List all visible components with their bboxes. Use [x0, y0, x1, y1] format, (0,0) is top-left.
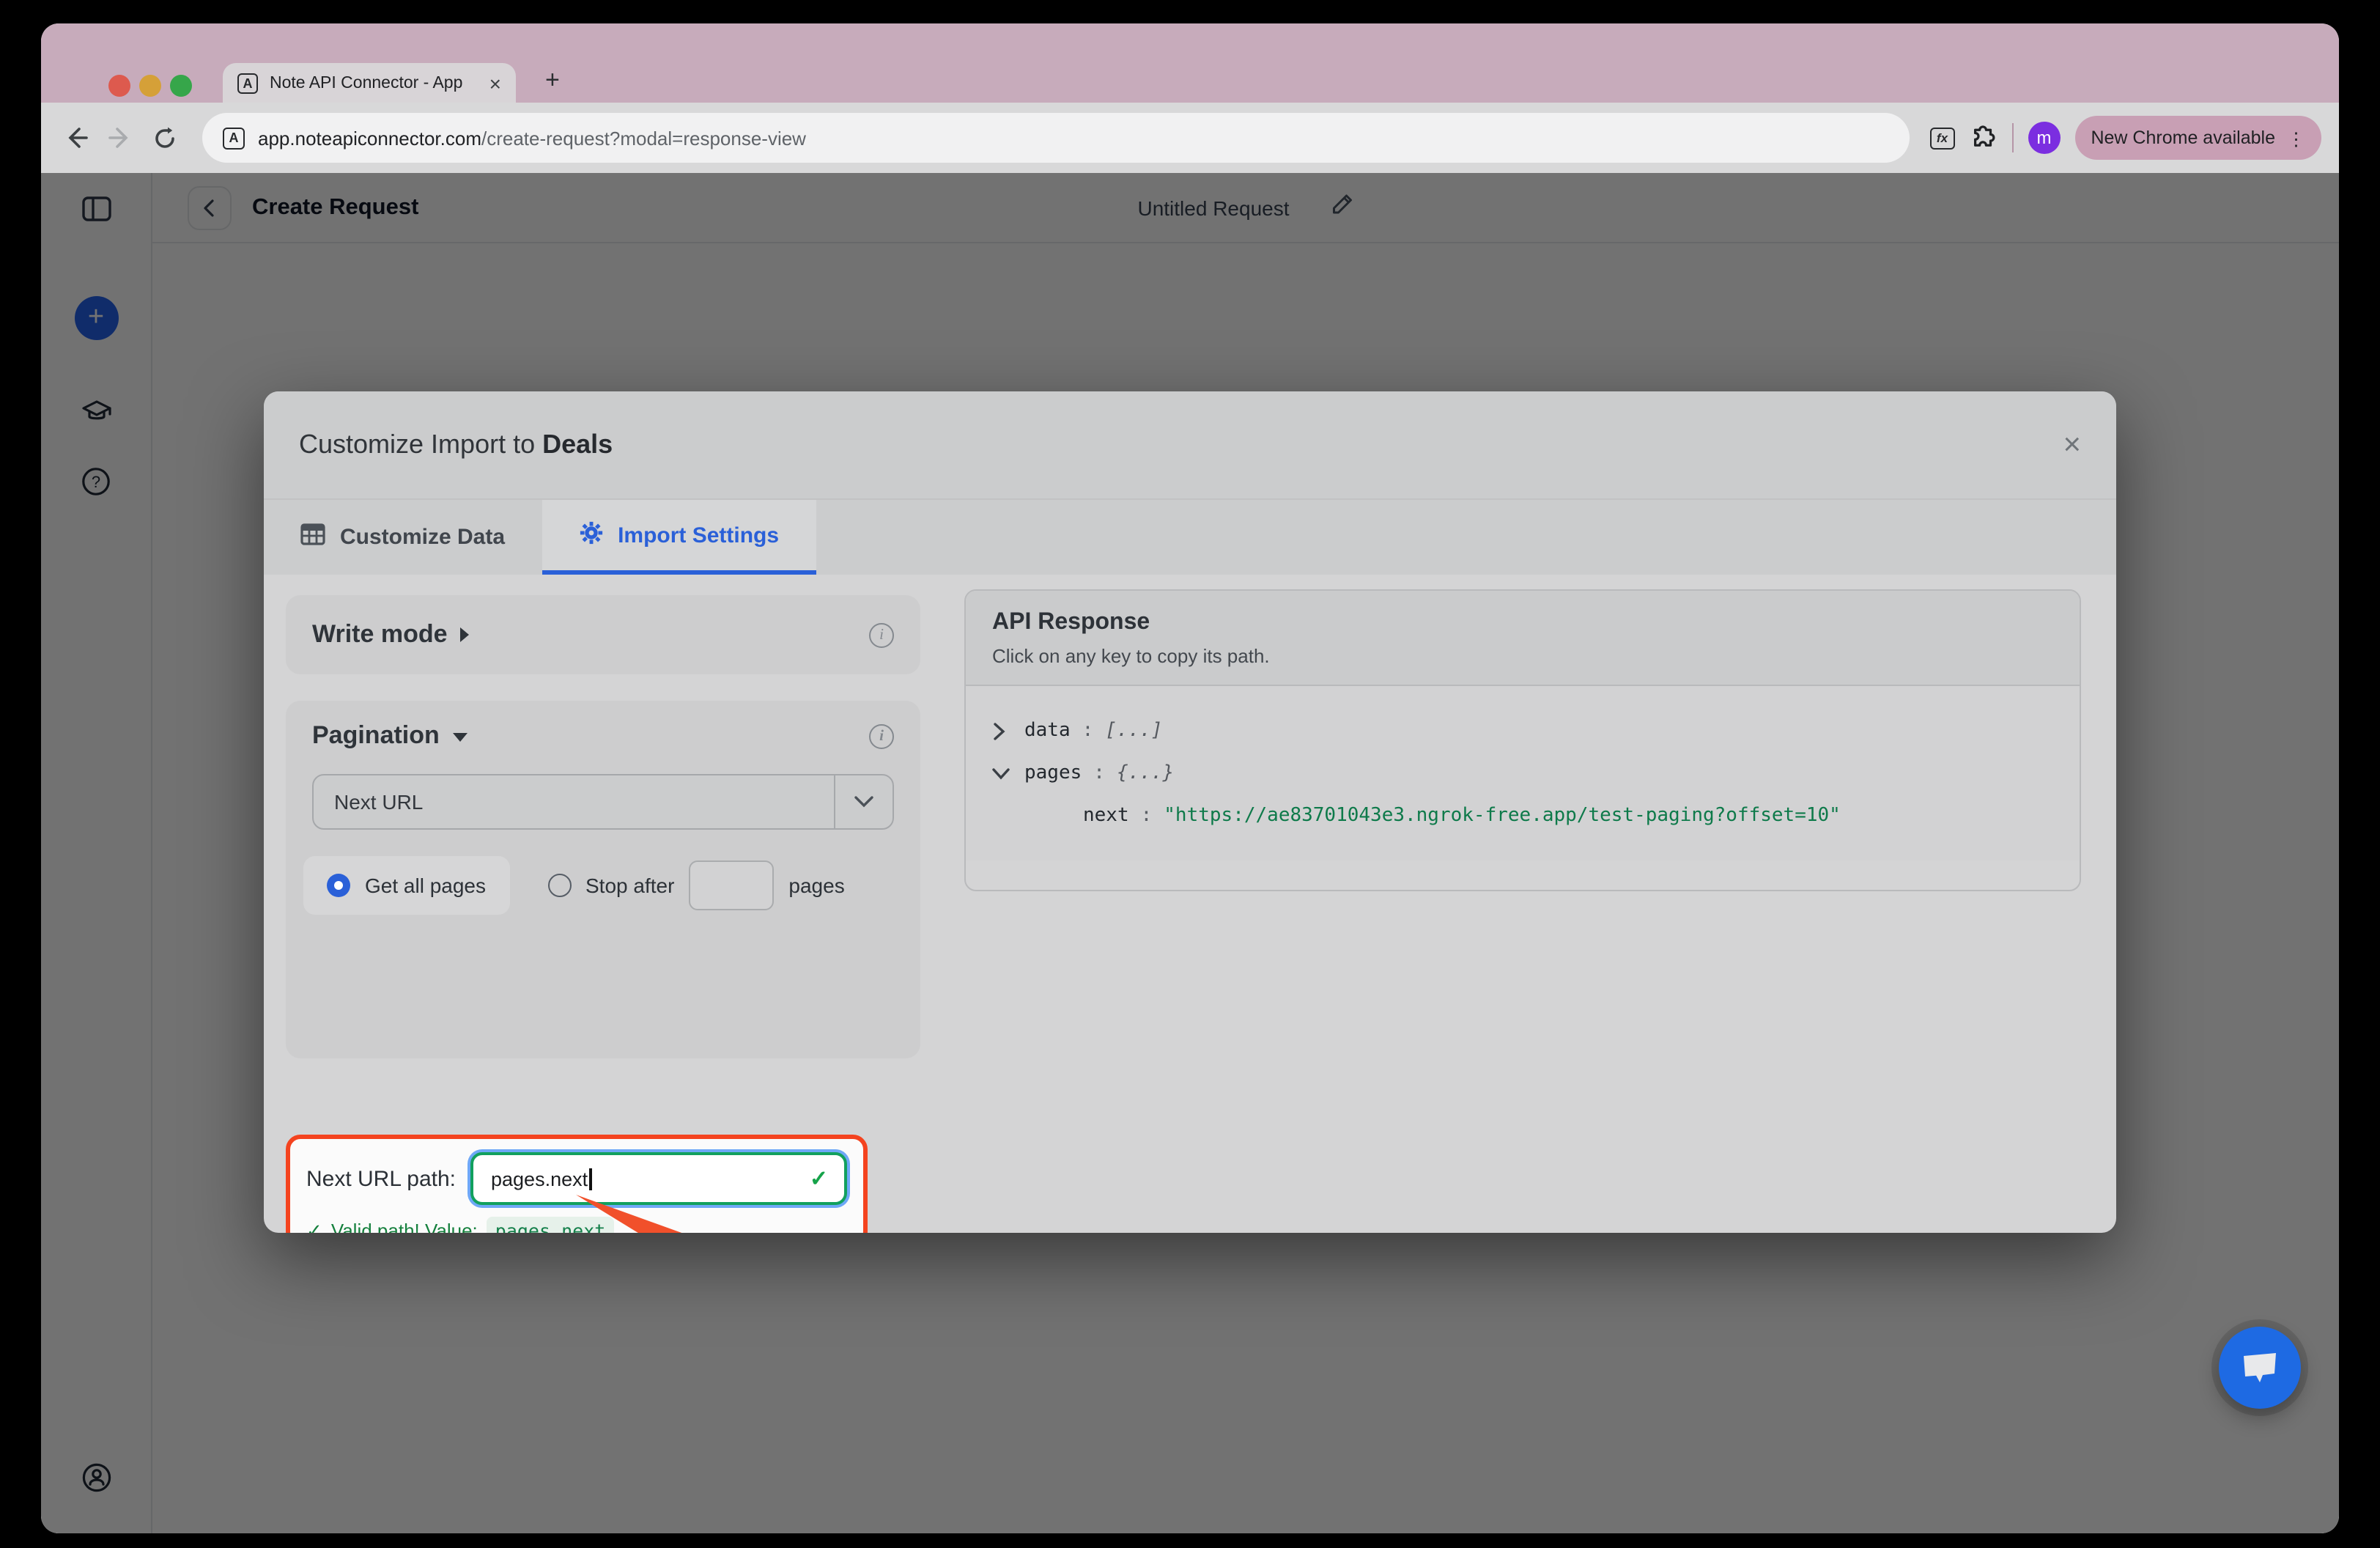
expanded-caret-icon [453, 733, 468, 742]
json-colon: : [1082, 720, 1094, 742]
chevron-down-icon [854, 796, 873, 808]
chevron-right-icon[interactable] [992, 722, 1024, 740]
forward-icon[interactable] [103, 120, 138, 155]
macos-close-button[interactable] [108, 75, 130, 97]
next-url-path-highlight: Next URL path: pages.next ✓ ✓ Valid path… [286, 1135, 868, 1233]
pagination-section: Pagination i Next URL Get all pages [286, 701, 920, 1058]
browser-window: A Note API Connector - App × + A app.not… [41, 23, 2339, 1533]
next-url-path-label: Next URL path: [306, 1166, 456, 1191]
macos-minimize-button[interactable] [139, 75, 161, 97]
tab-close-icon[interactable]: × [489, 73, 501, 93]
url-bar[interactable]: A app.noteapiconnector.com/create-reques… [202, 113, 1909, 163]
modal-title-prefix: Customize Import to [299, 430, 542, 459]
stop-after-option[interactable]: Stop after pages [547, 860, 845, 910]
modal-header: Customize Import to Deals × [264, 391, 2116, 498]
get-all-pages-label: Get all pages [365, 874, 486, 897]
modal-top: Customize Import to Deals × Customize Da… [264, 391, 2116, 575]
gear-icon [578, 520, 603, 550]
api-response-panel: API Response Click on any key to copy it… [964, 589, 2081, 891]
json-key[interactable]: data [1024, 720, 1071, 742]
new-chrome-label: New Chrome available [2091, 128, 2275, 148]
api-response-tree: data : [...] pages : {...} [966, 686, 2080, 860]
json-row-next[interactable]: next : "https://ae83701043e3.ngrok-free.… [992, 795, 2053, 837]
tab-favicon-icon: A [237, 73, 258, 93]
next-url-path-row: Next URL path: pages.next ✓ [306, 1152, 847, 1205]
toolbar-divider [2011, 123, 2013, 152]
radio-selected-icon[interactable] [327, 874, 350, 897]
write-mode-label: Write mode [312, 620, 448, 649]
chat-widget-button[interactable] [2219, 1327, 2301, 1409]
modal-title: Customize Import to Deals [299, 430, 613, 460]
check-icon: ✓ [306, 1219, 322, 1233]
profile-avatar[interactable]: m [2028, 122, 2060, 154]
modal-body: Write mode i Pagination i Next URL [264, 575, 2116, 1233]
json-preview: {...} [1117, 762, 1174, 784]
tab-import-settings-label: Import Settings [618, 523, 779, 548]
table-icon [300, 523, 325, 551]
valid-path-message: ✓ Valid path! Value: pages.next [306, 1217, 847, 1233]
new-chrome-available-button[interactable]: New Chrome available ⋮ [2074, 116, 2321, 160]
json-colon: : [1093, 762, 1105, 784]
api-response-subtitle: Click on any key to copy its path. [992, 645, 2053, 667]
url-favicon-icon: A [223, 127, 245, 149]
json-string-value: "https://ae83701043e3.ngrok-free.app/tes… [1164, 805, 1841, 827]
collapsed-caret-icon [461, 627, 470, 642]
extension-fx-icon[interactable]: fx [1929, 127, 1954, 149]
tab-title: Note API Connector - App [270, 74, 478, 92]
url-text: app.noteapiconnector.com/create-request?… [258, 127, 806, 149]
tab-import-settings[interactable]: Import Settings [542, 500, 816, 575]
url-domain: app.noteapiconnector.com [258, 127, 481, 149]
browser-toolbar: A app.noteapiconnector.com/create-reques… [41, 103, 2339, 173]
next-url-path-value: pages.next [491, 1168, 588, 1190]
next-url-path-input[interactable]: pages.next ✓ [470, 1152, 847, 1205]
write-mode-title: Write mode [312, 620, 470, 649]
radio-unselected-icon[interactable] [547, 874, 571, 897]
extensions-puzzle-icon[interactable] [1969, 120, 1997, 155]
back-icon[interactable] [59, 120, 94, 155]
select-right [834, 775, 892, 828]
json-row-pages[interactable]: pages : {...} [992, 752, 2053, 795]
pagination-type-select[interactable]: Next URL [312, 774, 894, 830]
toolbar-right-icons: fx m New Chrome available ⋮ [1929, 116, 2321, 160]
customize-import-modal: Customize Import to Deals × Customize Da… [264, 391, 2116, 1233]
json-row-data[interactable]: data : [...] [992, 710, 2053, 752]
pagination-label: Pagination [312, 721, 440, 751]
json-key[interactable]: next [1083, 805, 1129, 827]
get-all-pages-option[interactable]: Get all pages [303, 856, 509, 915]
tab-customize-data-label: Customize Data [340, 525, 505, 550]
chevron-down-icon[interactable] [992, 767, 1024, 780]
json-key[interactable]: pages [1024, 762, 1082, 784]
tab-customize-data[interactable]: Customize Data [264, 500, 542, 575]
json-preview: [...] [1105, 720, 1162, 742]
chrome-menu-icon[interactable]: ⋮ [2287, 127, 2305, 149]
valid-check-icon: ✓ [810, 1165, 828, 1192]
new-tab-button[interactable]: + [545, 67, 560, 92]
url-path: /create-request?modal=response-view [481, 127, 806, 149]
pagination-title[interactable]: Pagination i [312, 721, 894, 751]
reload-icon[interactable] [147, 120, 182, 155]
screenshot-stage: A Note API Connector - App × + A app.not… [0, 0, 2380, 1548]
valid-value-chip: pages.next [487, 1217, 615, 1233]
api-response-header: API Response Click on any key to copy it… [966, 591, 2080, 686]
macos-zoom-button[interactable] [170, 75, 192, 97]
text-cursor [589, 1168, 591, 1190]
pages-count-input[interactable] [689, 860, 774, 910]
tab-strip: A Note API Connector - App × + [41, 23, 2339, 103]
api-response-title: API Response [992, 610, 2053, 636]
pages-suffix-label: pages [788, 874, 844, 897]
pages-mode-row: Get all pages Stop after pages [312, 856, 894, 915]
info-icon[interactable]: i [869, 723, 894, 748]
close-icon[interactable]: × [2063, 430, 2081, 460]
json-colon: : [1141, 805, 1153, 827]
info-icon[interactable]: i [869, 622, 894, 647]
valid-message-text: Valid path! Value: [331, 1220, 478, 1233]
write-mode-section[interactable]: Write mode i [286, 595, 920, 674]
browser-tab[interactable]: A Note API Connector - App × [223, 63, 516, 103]
pagination-type-value: Next URL [334, 790, 423, 814]
stop-after-label: Stop after [585, 874, 674, 897]
chat-bubble-icon [2239, 1349, 2280, 1387]
modal-tabs: Customize Data Import Settings [264, 498, 2116, 575]
modal-title-entity: Deals [542, 430, 613, 459]
